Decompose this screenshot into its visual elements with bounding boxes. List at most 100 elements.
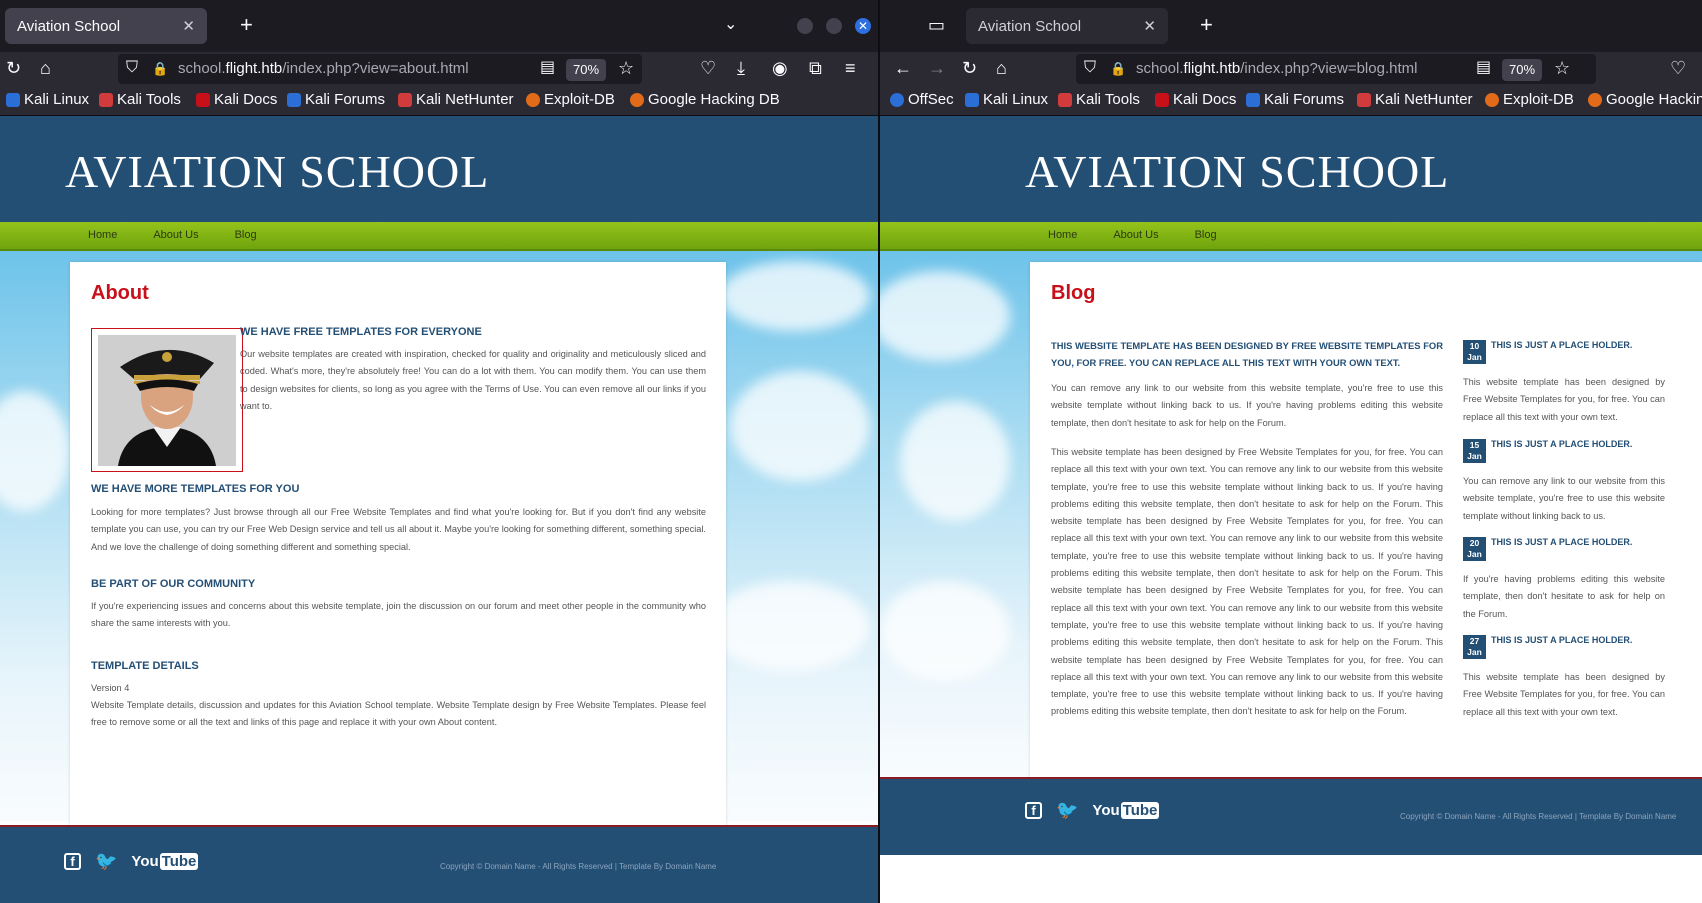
lock-icon[interactable]: 🔒: [1110, 59, 1126, 79]
webpage: AVIATION SCHOOL Home About Us Blog About: [0, 116, 878, 903]
nav-link-blog[interactable]: Blog: [235, 229, 257, 241]
tab-inactive[interactable]: Aviation School ✕: [966, 8, 1168, 44]
blog-heading: THIS WEBSITE TEMPLATE HAS BEEN DESIGNED …: [1051, 340, 1443, 368]
bookmarks-bar: Kali Linux Kali Tools Kali Docs Kali For…: [0, 86, 878, 116]
star-icon[interactable]: ☆: [618, 58, 634, 78]
browser-window-about: Aviation School ✕ + ⌄ ✕ ↻ ⌂ ⛉ 🔒 school.f…: [0, 0, 878, 903]
site-header: AVIATION SCHOOL: [0, 116, 878, 222]
post-title[interactable]: THIS IS JUST A PLACE HOLDER.: [1491, 632, 1681, 649]
bookmark-kali-nethunter[interactable]: Kali NetHunter: [1357, 91, 1473, 108]
bookmark-google-hacking-db[interactable]: Google Hackin: [1588, 91, 1702, 108]
lock-icon[interactable]: 🔒: [152, 59, 168, 79]
reader-view-icon[interactable]: ▤: [540, 58, 555, 78]
section-text: Looking for more templates? Just browse …: [91, 507, 706, 552]
post-text: You can remove any link to our website f…: [1463, 476, 1665, 521]
post-title[interactable]: THIS IS JUST A PLACE HOLDER.: [1491, 436, 1681, 453]
url-bar[interactable]: ⛉ 🔒 school.flight.htb/index.php?view=blo…: [1076, 54, 1596, 84]
tabs-list-icon[interactable]: ▭: [928, 15, 945, 35]
nav-bar: ← → ↻ ⌂ ⛉ 🔒 school.flight.htb/index.php?…: [880, 52, 1702, 86]
reload-icon[interactable]: ↻: [962, 58, 977, 78]
section-text: Our website templates are created with i…: [240, 349, 706, 411]
post-text: If you're having problems editing this w…: [1463, 574, 1665, 619]
post-date: 20 Jan: [1463, 537, 1486, 561]
nav-link-about[interactable]: About Us: [1113, 229, 1158, 241]
zoom-level[interactable]: 70%: [566, 59, 607, 81]
bookmark-exploit-db[interactable]: Exploit-DB: [1485, 91, 1574, 108]
section-heading: TEMPLATE DETAILS: [91, 660, 199, 672]
close-icon[interactable]: ✕: [182, 17, 195, 35]
bookmark-kali-forums[interactable]: Kali Forums: [1246, 91, 1344, 108]
account-icon[interactable]: ◉: [772, 58, 788, 78]
twitter-icon[interactable]: 🐦: [95, 851, 117, 872]
maximize-button[interactable]: [826, 18, 842, 34]
nav-link-home[interactable]: Home: [88, 229, 117, 241]
new-tab-icon[interactable]: +: [1200, 14, 1213, 36]
section-heading: BE PART OF OUR COMMUNITY: [91, 578, 256, 590]
bookmark-offsec[interactable]: OffSec: [890, 91, 954, 108]
tab-title: Aviation School: [978, 17, 1082, 35]
reload-icon[interactable]: ↻: [6, 58, 21, 78]
shield-icon[interactable]: ⛉: [126, 58, 138, 78]
social-links: f 🐦 You Tube: [64, 851, 199, 872]
bookmark-kali-forums[interactable]: Kali Forums: [287, 91, 385, 108]
page-title: Blog: [1051, 282, 1096, 304]
home-icon[interactable]: ⌂: [996, 58, 1007, 78]
bookmark-kali-tools[interactable]: Kali Tools: [1058, 91, 1140, 108]
section-heading: WE HAVE MORE TEMPLATES FOR YOU: [91, 483, 300, 495]
url-bar[interactable]: ⛉ 🔒 school.flight.htb/index.php?view=abo…: [118, 54, 642, 84]
facebook-icon[interactable]: f: [1025, 802, 1042, 819]
forward-icon[interactable]: →: [928, 58, 946, 78]
menu-icon[interactable]: ≡: [845, 58, 856, 78]
site-nav: Home About Us Blog: [0, 222, 878, 251]
site-footer: f 🐦 You Tube Copyright © Domain Name - Al…: [0, 825, 878, 903]
twitter-icon[interactable]: 🐦: [1056, 800, 1078, 821]
facebook-icon[interactable]: f: [64, 853, 81, 870]
desktop: Aviation School ✕ + ⌄ ✕ ↻ ⌂ ⛉ 🔒 school.f…: [0, 0, 1702, 903]
bookmark-kali-linux[interactable]: Kali Linux: [965, 91, 1048, 108]
minimize-button[interactable]: [797, 18, 813, 34]
chevron-down-icon[interactable]: ⌄: [724, 14, 737, 34]
pocket-icon[interactable]: ♡: [700, 58, 716, 78]
zoom-level[interactable]: 70%: [1502, 59, 1543, 81]
site-nav: Home About Us Blog: [880, 222, 1702, 251]
download-icon[interactable]: ⤓: [737, 58, 745, 78]
section-text: Website Template details, discussion and…: [91, 700, 706, 728]
post-title[interactable]: THIS IS JUST A PLACE HOLDER.: [1491, 337, 1681, 354]
site-logo[interactable]: AVIATION SCHOOL: [65, 145, 489, 198]
site-logo[interactable]: AVIATION SCHOOL: [1025, 145, 1449, 198]
window-close-button[interactable]: ✕: [855, 18, 871, 34]
bookmark-exploit-db[interactable]: Exploit-DB: [526, 91, 615, 108]
post-date: 15 Jan: [1463, 439, 1486, 463]
home-icon[interactable]: ⌂: [40, 58, 51, 78]
shield-icon[interactable]: ⛉: [1084, 58, 1096, 78]
bookmarks-bar: OffSec Kali Linux Kali Tools Kali Docs K…: [880, 86, 1702, 116]
webpage: AVIATION SCHOOL Home About Us Blog Blog …: [880, 116, 1702, 903]
bookmark-kali-nethunter[interactable]: Kali NetHunter: [398, 91, 514, 108]
bookmark-kali-docs[interactable]: Kali Docs: [1155, 91, 1236, 108]
bookmark-google-hacking-db[interactable]: Google Hacking DB: [630, 91, 780, 108]
tab-bar: Aviation School ✕ + ⌄ ✕: [0, 0, 878, 52]
back-icon[interactable]: ←: [894, 58, 912, 78]
tab-active[interactable]: Aviation School ✕: [5, 8, 207, 44]
url-text[interactable]: school.flight.htb/index.php?view=about.h…: [178, 60, 469, 77]
url-text[interactable]: school.flight.htb/index.php?view=blog.ht…: [1136, 60, 1417, 77]
youtube-icon[interactable]: You Tube: [131, 853, 199, 870]
section-text: If you're experiencing issues and concer…: [91, 601, 706, 629]
new-tab-icon[interactable]: +: [240, 14, 253, 36]
page-title: About: [91, 282, 149, 304]
nav-link-blog[interactable]: Blog: [1195, 229, 1217, 241]
copyright: Copyright © Domain Name - All Rights Res…: [440, 862, 717, 871]
nav-link-home[interactable]: Home: [1048, 229, 1077, 241]
copyright: Copyright © Domain Name - All Rights Res…: [1400, 812, 1677, 821]
close-icon[interactable]: ✕: [1143, 17, 1156, 35]
nav-link-about[interactable]: About Us: [153, 229, 198, 241]
bookmark-kali-linux[interactable]: Kali Linux: [6, 91, 89, 108]
star-icon[interactable]: ☆: [1554, 58, 1570, 78]
pocket-icon[interactable]: ♡: [1670, 58, 1686, 78]
bookmark-kali-docs[interactable]: Kali Docs: [196, 91, 277, 108]
youtube-icon[interactable]: You Tube: [1092, 802, 1160, 819]
extensions-icon[interactable]: ⧉: [809, 58, 822, 78]
reader-view-icon[interactable]: ▤: [1476, 58, 1491, 78]
bookmark-kali-tools[interactable]: Kali Tools: [99, 91, 181, 108]
post-title[interactable]: THIS IS JUST A PLACE HOLDER.: [1491, 534, 1681, 551]
